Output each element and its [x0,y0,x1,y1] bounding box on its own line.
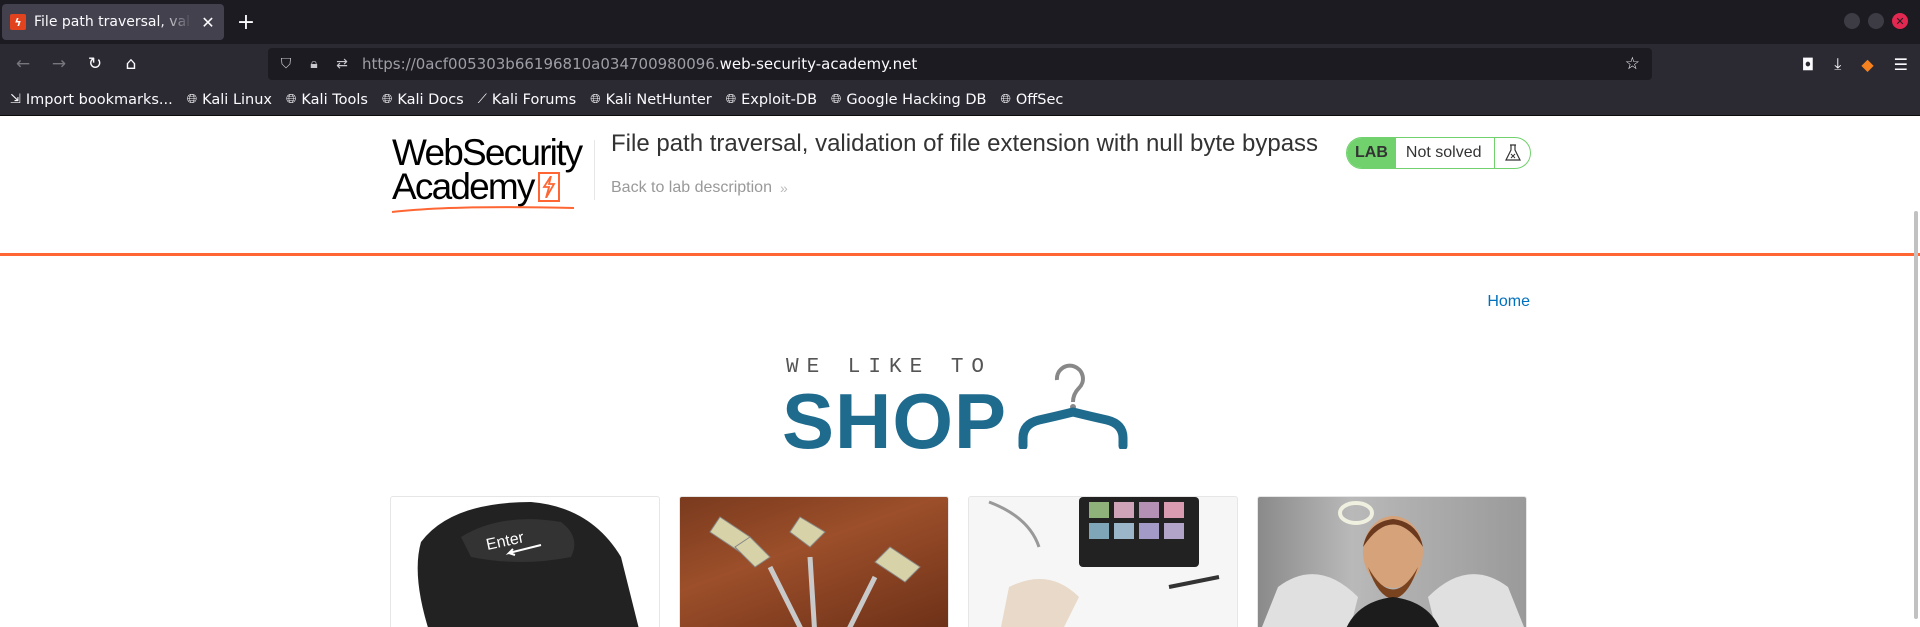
tab-strip: ϟ File path traversal, validat ✕ + ✕ [0,0,1920,44]
url-bar[interactable]: ⛉ 🔒︎ ⇄ https://0acf005303b66196810a03470… [268,48,1652,80]
double-chevron-right-icon: » [779,180,788,196]
bookmark-kali-docs[interactable]: 🌐︎ Kali Docs [382,92,464,108]
lab-status-widget: LAB Not solved [1346,137,1531,169]
extension-fox-icon[interactable]: ◆ [1861,55,1873,74]
close-window-button[interactable]: ✕ [1892,13,1908,29]
product-image-3[interactable] [968,496,1238,627]
close-tab-icon[interactable]: ✕ [200,13,216,32]
url-host: web-security-academy.net [719,55,918,73]
hanger-icon [1018,363,1128,449]
maximize-button[interactable] [1868,13,1884,29]
window-controls: ✕ [1844,13,1908,29]
globe-icon: 🌐︎ [1000,92,1011,107]
header-divider [594,140,595,200]
bookmark-star-icon[interactable]: ☆ [1625,54,1640,74]
bookmark-import[interactable]: ⇲ Import bookmarks... [10,92,173,108]
globe-icon: 🌐︎ [381,92,393,107]
toolbar-right: ◘ ⤓ ◆ ☰ [1802,54,1908,74]
kali-icon: ⟋ [477,92,487,107]
reload-button[interactable]: ↻ [80,49,110,79]
tab-title: File path traversal, validat [34,14,192,30]
bookmark-kali-linux[interactable]: 🌐︎ Kali Linux [187,92,272,108]
bookmark-exploit-db[interactable]: 🌐︎ Exploit-DB [726,92,817,108]
lab-badge: LAB [1347,138,1396,168]
url-prefix: https://0acf005303b66196810a034700980096… [362,55,720,73]
globe-icon: 🌐︎ [831,92,842,107]
product-image-1[interactable]: Enter [390,496,660,627]
lab-status: Not solved [1405,144,1482,161]
pocket-icon[interactable]: ◘ [1802,55,1815,74]
academy-favicon-icon: ϟ [10,14,26,30]
forward-button[interactable]: → [44,49,74,79]
navigation-toolbar: ← → ↻ ⌂ ⛉ 🔒︎ ⇄ https://0acf005303b661968… [0,44,1920,84]
logo-line2-row: Academy [392,166,597,207]
permissions-icon[interactable]: ⇄ [334,56,350,72]
product-image-2[interactable] [679,496,949,627]
globe-icon: 🌐︎ [286,92,297,107]
banner-word: SHOP [782,377,1008,465]
logo-bolt-icon [537,172,560,202]
new-tab-button[interactable]: + [230,6,262,38]
page-content: WebSecurity Academy File path traversal,… [0,116,1920,627]
bookmark-offsec[interactable]: 🌐︎ OffSec [1000,92,1063,108]
bookmark-kali-forums[interactable]: ⟋ Kali Forums [478,92,576,108]
lock-icon[interactable]: 🔒︎ [306,56,322,72]
shop-banner: WE LIKE TO SHOP [782,354,1142,465]
back-link-label: Back to lab description [611,179,772,196]
academy-logo[interactable]: WebSecurity Academy [392,132,597,213]
bookmark-google-hacking-db[interactable]: 🌐︎ Google Hacking DB [831,92,986,108]
home-button[interactable]: ⌂ [116,49,146,79]
product-image-4[interactable] [1257,496,1527,627]
globe-icon: 🌐︎ [186,92,198,107]
lab-title: File path traversal, validation of file … [611,130,1319,157]
bookmark-kali-tools[interactable]: 🌐︎ Kali Tools [286,92,368,108]
import-icon: ⇲ [10,92,21,107]
bookmark-kali-nethunter[interactable]: 🌐︎ Kali NetHunter [590,92,712,108]
back-button[interactable]: ← [8,49,38,79]
bookmarks-toolbar: ⇲ Import bookmarks... 🌐︎ Kali Linux 🌐︎ Kali… [0,84,1920,116]
home-link[interactable]: Home [1487,293,1530,311]
page-scrollbar[interactable] [1914,211,1918,619]
globe-icon: 🌐︎ [590,92,601,107]
downloads-icon[interactable]: ⤓ [1834,54,1841,74]
logo-line2: Academy [392,166,535,207]
back-to-lab-description-link[interactable]: Back to lab description » [611,179,788,197]
browser-tab[interactable]: ϟ File path traversal, validat ✕ [2,4,224,40]
lab-header: WebSecurity Academy File path traversal,… [0,116,1920,256]
globe-icon: 🌐︎ [725,92,737,107]
logo-line1: WebSecurity [392,132,583,173]
shield-icon[interactable]: ⛉ [278,56,294,72]
minimize-button[interactable] [1844,13,1860,29]
logo-underline [392,206,574,213]
menu-icon[interactable]: ☰ [1894,55,1908,74]
product-grid: Enter [390,496,1527,627]
flask-icon [1494,138,1530,168]
